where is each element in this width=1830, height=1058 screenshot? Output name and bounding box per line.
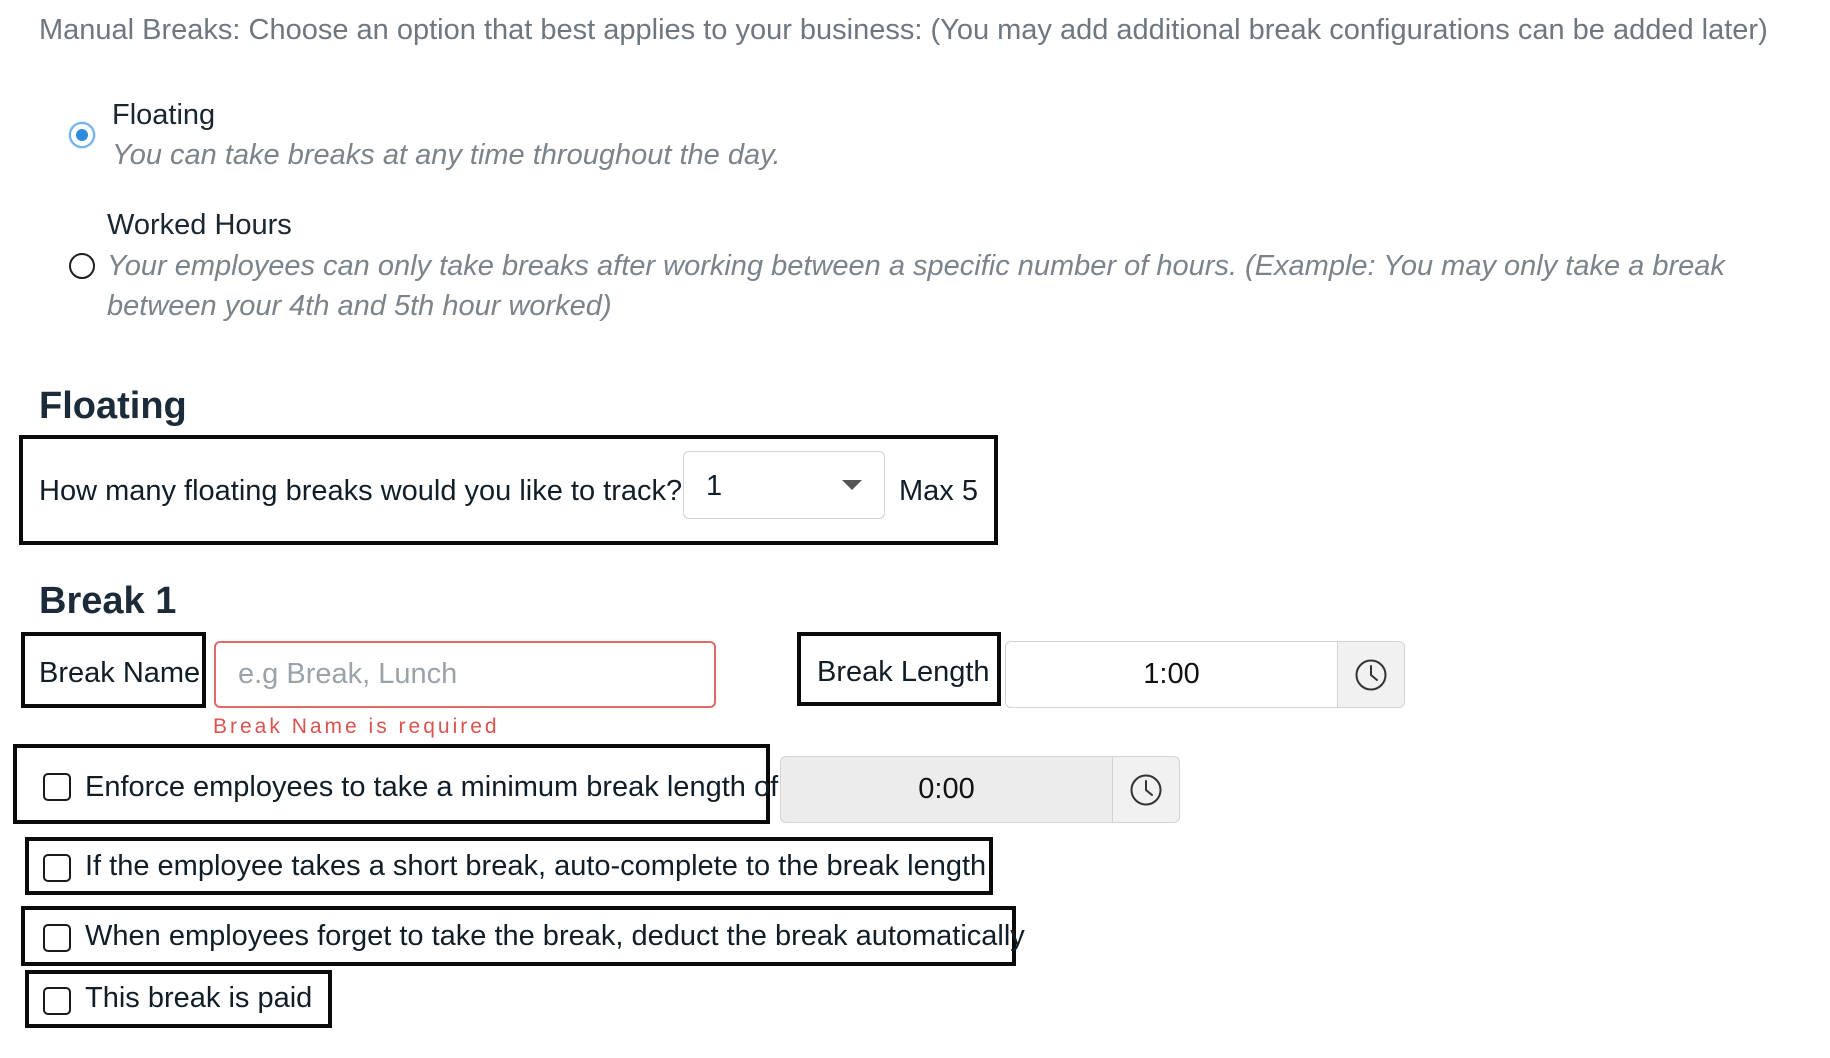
- break-name-input[interactable]: [214, 641, 716, 708]
- clock-icon: [1355, 659, 1387, 690]
- break-length-clock-button[interactable]: [1338, 642, 1404, 707]
- clock-icon: [1130, 774, 1162, 805]
- break-length-value[interactable]: 1:00: [1006, 642, 1338, 707]
- floating-breaks-count-value: 1: [706, 470, 723, 502]
- min-length-clock-button[interactable]: [1113, 757, 1179, 822]
- option-floating-description: You can take breaks at any time througho…: [112, 139, 781, 171]
- radio-worked-hours[interactable]: [69, 253, 95, 279]
- min-length-time-input[interactable]: 0:00: [780, 756, 1180, 823]
- floating-breaks-count-group: How many floating breaks would you like …: [19, 435, 998, 545]
- enforce-min-length-label: Enforce employees to take a minimum brea…: [85, 771, 779, 803]
- floating-breaks-max-label: Max 5: [899, 475, 978, 507]
- chevron-down-icon: [842, 480, 862, 490]
- option-worked-hours-title: Worked Hours: [107, 209, 292, 241]
- break-name-error: Break Name is required: [213, 715, 500, 738]
- break-name-label: Break Name: [39, 657, 201, 689]
- paid-break-box: This break is paid: [25, 970, 332, 1028]
- option-floating-title: Floating: [112, 99, 216, 131]
- break-name-label-box: Break Name: [21, 632, 206, 708]
- break-heading: Break 1: [39, 580, 177, 622]
- auto-deduct-checkbox[interactable]: [43, 924, 71, 952]
- auto-complete-box: If the employee takes a short break, aut…: [25, 837, 993, 895]
- auto-deduct-label: When employees forget to take the break,…: [85, 920, 1025, 952]
- break-length-label: Break Length: [817, 656, 990, 688]
- radio-floating[interactable]: [69, 122, 95, 148]
- break-length-time-input[interactable]: 1:00: [1005, 641, 1405, 708]
- intro-text: Manual Breaks: Choose an option that bes…: [39, 14, 1768, 46]
- paid-break-checkbox[interactable]: [43, 987, 71, 1015]
- enforce-min-length-checkbox[interactable]: [43, 773, 71, 801]
- floating-breaks-count-select[interactable]: 1: [683, 451, 885, 519]
- min-length-value[interactable]: 0:00: [781, 757, 1113, 822]
- floating-section-heading: Floating: [39, 385, 187, 427]
- enforce-min-length-box: Enforce employees to take a minimum brea…: [13, 744, 778, 824]
- auto-deduct-box: When employees forget to take the break,…: [21, 906, 1025, 966]
- break-length-label-box: Break Length: [797, 632, 1001, 706]
- option-worked-hours-description: Your employees can only take breaks afte…: [107, 250, 1725, 322]
- paid-break-label: This break is paid: [85, 982, 313, 1014]
- auto-complete-label: If the employee takes a short break, aut…: [85, 850, 987, 882]
- floating-breaks-question: How many floating breaks would you like …: [39, 475, 683, 507]
- auto-complete-checkbox[interactable]: [43, 854, 71, 882]
